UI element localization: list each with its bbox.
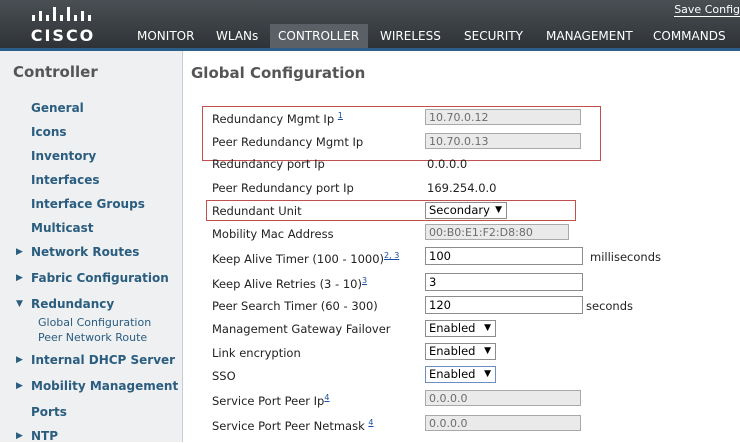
peer-redundancy-port-ip-value: 169.254.0.0	[427, 181, 497, 195]
sidebar-item-multicast[interactable]: Multicast	[31, 221, 94, 235]
dropdown-arrow-icon: ▼	[484, 323, 491, 333]
expand-arrow-icon[interactable]: ▶	[16, 381, 23, 391]
service-port-peer-ip-label: Service Port Peer Ip4	[212, 393, 330, 408]
sidebar-subitem-global-configuration[interactable]: Global Configuration	[38, 316, 151, 329]
sidebar-item-internal-dhcp-server[interactable]: Internal DHCP Server	[31, 353, 175, 367]
peer-redundancy-mgmt-ip-field: 10.70.0.13	[425, 133, 581, 149]
expand-arrow-icon[interactable]: ▶	[16, 247, 23, 257]
keep-alive-retries-input[interactable]: 3	[425, 273, 583, 291]
footnote-link[interactable]: 1	[338, 111, 343, 120]
peer-search-timer-label: Peer Search Timer (60 - 300)	[212, 299, 378, 313]
sidebar-subitem-peer-network-route[interactable]: Peer Network Route	[38, 331, 147, 344]
footnote-link[interactable]: 3	[362, 276, 367, 285]
sidebar-item-interfaces[interactable]: Interfaces	[31, 173, 100, 187]
nav-wireless[interactable]: WIRELESS	[380, 29, 441, 48]
redundancy-mgmt-ip-field: 10.70.0.12	[425, 109, 581, 125]
footnote-link[interactable]: 2, 3	[384, 251, 399, 260]
redundant-unit-select[interactable]: Secondary ▼	[425, 202, 507, 219]
expand-arrow-icon[interactable]: ▶	[16, 355, 23, 365]
redundancy-port-ip-label: Redundancy port Ip	[212, 157, 325, 171]
page-title: Global Configuration	[191, 64, 366, 82]
save-config-link[interactable]: Save Config	[674, 3, 740, 17]
redundant-unit-label: Redundant Unit	[212, 204, 302, 218]
collapse-arrow-icon[interactable]: ▼	[16, 299, 23, 309]
sidebar-item-ntp[interactable]: NTP	[31, 429, 58, 443]
sidebar-item-inventory[interactable]: Inventory	[31, 149, 96, 163]
footnote-link[interactable]: 4	[368, 418, 373, 427]
sidebar-title: Controller	[13, 63, 98, 81]
keep-alive-retries-label: Keep Alive Retries (3 - 10)3	[212, 276, 368, 291]
sso-select[interactable]: Enabled ▼	[425, 366, 496, 383]
nav-wlans[interactable]: WLANs	[216, 29, 258, 48]
redundancy-port-ip-value: 0.0.0.0	[427, 157, 468, 171]
top-header-bar: CISCO Save Config MONITOR WLANs CONTROLL…	[0, 0, 740, 48]
nav-management[interactable]: MANAGEMENT	[546, 29, 633, 48]
cisco-logo: CISCO	[28, 6, 98, 45]
mobility-mac-label: Mobility Mac Address	[212, 227, 334, 241]
mobility-mac-field: 00:B0:E1:F2:D8:80	[425, 224, 569, 240]
dropdown-arrow-icon: ▼	[495, 205, 502, 215]
sidebar-item-ports[interactable]: Ports	[31, 405, 67, 419]
sidebar-item-network-routes[interactable]: Network Routes	[31, 245, 139, 259]
service-port-peer-ip-field: 0.0.0.0	[425, 390, 581, 406]
milliseconds-unit: milliseconds	[590, 250, 661, 264]
cisco-bars-icon	[32, 7, 91, 21]
dropdown-arrow-icon: ▼	[484, 346, 491, 356]
keep-alive-timer-input[interactable]: 100	[425, 247, 583, 265]
mgmt-gateway-failover-select[interactable]: Enabled ▼	[425, 320, 496, 337]
footnote-link[interactable]: 4	[324, 393, 329, 402]
peer-redundancy-mgmt-ip-label: Peer Redundancy Mgmt Ip	[212, 135, 364, 149]
seconds-unit: seconds	[586, 299, 634, 313]
sidebar-item-general[interactable]: General	[31, 101, 84, 115]
sidebar-item-redundancy[interactable]: Redundancy	[31, 297, 114, 311]
keep-alive-timer-label: Keep Alive Timer (100 - 1000)2, 3	[212, 251, 400, 266]
expand-arrow-icon[interactable]: ▶	[16, 431, 23, 441]
peer-redundancy-port-ip-label: Peer Redundancy port Ip	[212, 181, 354, 195]
sidebar-item-fabric-configuration[interactable]: Fabric Configuration	[31, 271, 169, 285]
nav-security[interactable]: SECURITY	[464, 29, 523, 48]
mgmt-gateway-failover-label: Management Gateway Failover	[212, 322, 391, 336]
sidebar-item-icons[interactable]: Icons	[31, 125, 67, 139]
service-port-peer-netmask-label: Service Port Peer Netmask 4	[212, 418, 374, 433]
expand-arrow-icon[interactable]: ▶	[16, 273, 23, 283]
sso-label: SSO	[212, 369, 236, 383]
dropdown-arrow-icon: ▼	[484, 369, 491, 379]
nav-commands[interactable]: COMMANDS	[653, 29, 726, 48]
service-port-peer-netmask-field: 0.0.0.0	[425, 415, 581, 431]
peer-search-timer-input[interactable]: 120	[425, 296, 583, 314]
nav-monitor[interactable]: MONITOR	[137, 29, 194, 48]
sidebar: Controller General Icons Inventory Inter…	[0, 51, 183, 443]
link-encryption-label: Link encryption	[212, 346, 301, 360]
redundancy-mgmt-ip-label: Redundancy Mgmt Ip 1	[212, 111, 343, 126]
cisco-wordmark: CISCO	[30, 26, 96, 45]
sidebar-item-interface-groups[interactable]: Interface Groups	[31, 197, 145, 211]
sidebar-item-mobility-management[interactable]: Mobility Management	[31, 379, 178, 393]
nav-controller[interactable]: CONTROLLER	[278, 29, 359, 48]
link-encryption-select[interactable]: Enabled ▼	[425, 343, 496, 360]
